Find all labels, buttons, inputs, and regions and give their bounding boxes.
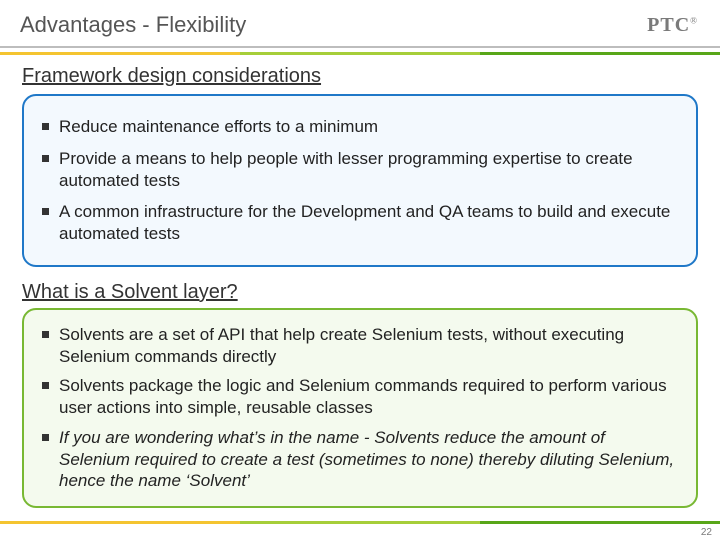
accent-seg-green (480, 52, 720, 55)
bullet-item: Solvents are a set of API that help crea… (42, 324, 678, 368)
brand-text: PTC (647, 14, 690, 36)
title-rule (0, 46, 720, 48)
page-number: 22 (701, 527, 712, 538)
bullet-item: A common infrastructure for the Developm… (42, 201, 678, 245)
footer-accent-bar (0, 521, 720, 524)
slide-title: Advantages - Flexibility (20, 12, 700, 38)
brand-logo: PTC® (647, 14, 698, 37)
slide: Advantages - Flexibility PTC® Framework … (0, 0, 720, 540)
bullet-item: Reduce maintenance efforts to a minimum (42, 116, 678, 138)
accent-seg-lime (240, 52, 480, 55)
bullet-item: Provide a means to help people with less… (42, 148, 678, 192)
section2-heading: What is a Solvent layer? (22, 281, 700, 304)
square-bullet-icon (42, 123, 49, 130)
registered-icon: ® (690, 15, 698, 25)
square-bullet-icon (42, 331, 49, 338)
square-bullet-icon (42, 155, 49, 162)
accent-seg-yellow (0, 52, 240, 55)
accent-seg-green (480, 521, 720, 524)
content-area: Framework design considerations Reduce m… (0, 65, 720, 508)
bullet-text: A common infrastructure for the Developm… (59, 201, 678, 245)
section2-callout: Solvents are a set of API that help crea… (22, 308, 698, 508)
accent-seg-yellow (0, 521, 240, 524)
bullet-item: Solvents package the logic and Selenium … (42, 375, 678, 419)
bullet-text: If you are wondering what’s in the name … (59, 427, 678, 492)
section1-heading: Framework design considerations (22, 65, 700, 88)
bullet-item: If you are wondering what’s in the name … (42, 427, 678, 492)
bullet-text: Solvents are a set of API that help crea… (59, 324, 678, 368)
bullet-text: Reduce maintenance efforts to a minimum (59, 116, 678, 138)
section1-callout: Reduce maintenance efforts to a minimum … (22, 94, 698, 267)
square-bullet-icon (42, 434, 49, 441)
square-bullet-icon (42, 208, 49, 215)
square-bullet-icon (42, 382, 49, 389)
header: Advantages - Flexibility PTC® (0, 0, 720, 46)
accent-seg-lime (240, 521, 480, 524)
bullet-text: Provide a means to help people with less… (59, 148, 678, 192)
bullet-text: Solvents package the logic and Selenium … (59, 375, 678, 419)
accent-bar (0, 52, 720, 55)
